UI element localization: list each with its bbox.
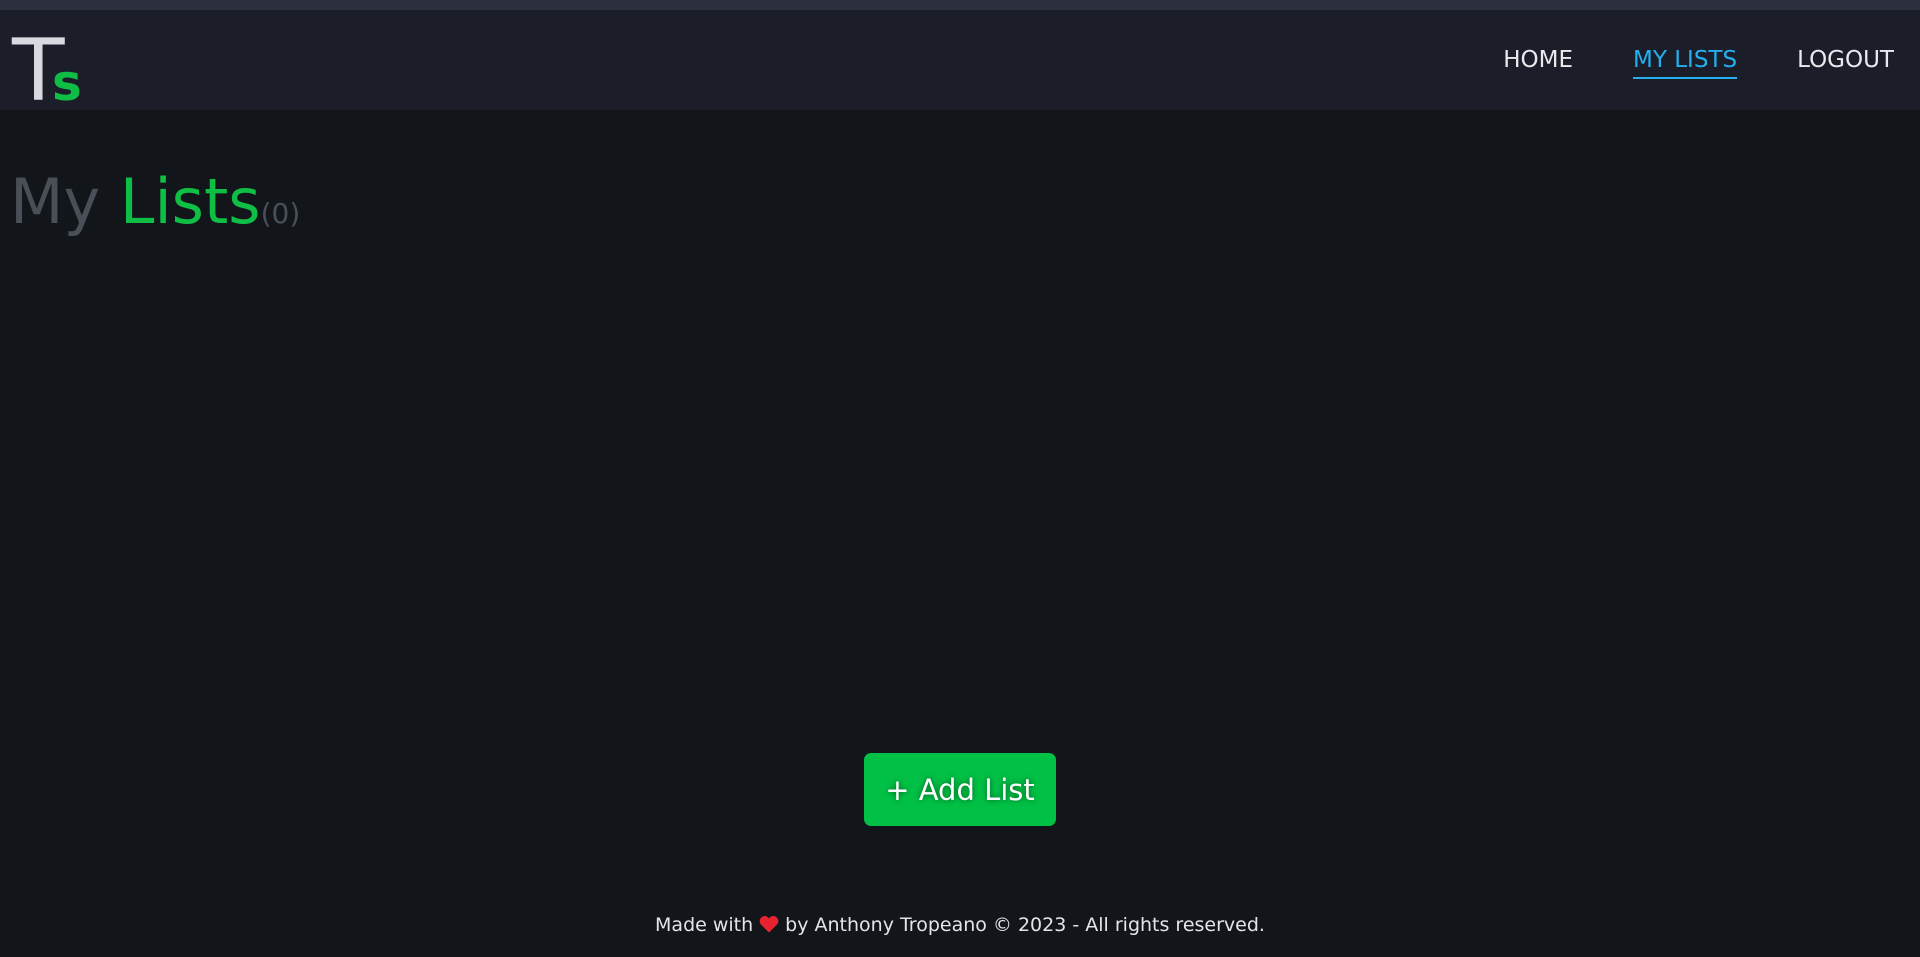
navbar: T s HOME MY LISTS LOGOUT — [0, 10, 1920, 114]
page-title-lists: Lists — [119, 165, 261, 238]
logo[interactable]: T s — [12, 28, 102, 114]
nav-link-logout[interactable]: LOGOUT — [1797, 46, 1894, 79]
page-title-my: My — [10, 165, 101, 238]
heart-icon — [759, 912, 779, 933]
main-nav: HOME MY LISTS LOGOUT — [1443, 46, 1894, 79]
page-title: My Lists(0) — [10, 164, 300, 252]
footer: Made with by Anthony Tropeano © 2023 - Al… — [0, 910, 1920, 940]
footer-prefix: Made with — [655, 914, 754, 936]
top-strip — [0, 0, 1920, 10]
add-list-button[interactable]: + Add List — [864, 753, 1056, 826]
logo-letter-s: s — [52, 54, 82, 112]
nav-link-home[interactable]: HOME — [1503, 46, 1573, 79]
footer-credit: by Anthony Tropeano © 2023 - All rights … — [785, 914, 1265, 936]
list-count: (0) — [260, 197, 301, 230]
nav-link-my-lists[interactable]: MY LISTS — [1633, 46, 1738, 79]
